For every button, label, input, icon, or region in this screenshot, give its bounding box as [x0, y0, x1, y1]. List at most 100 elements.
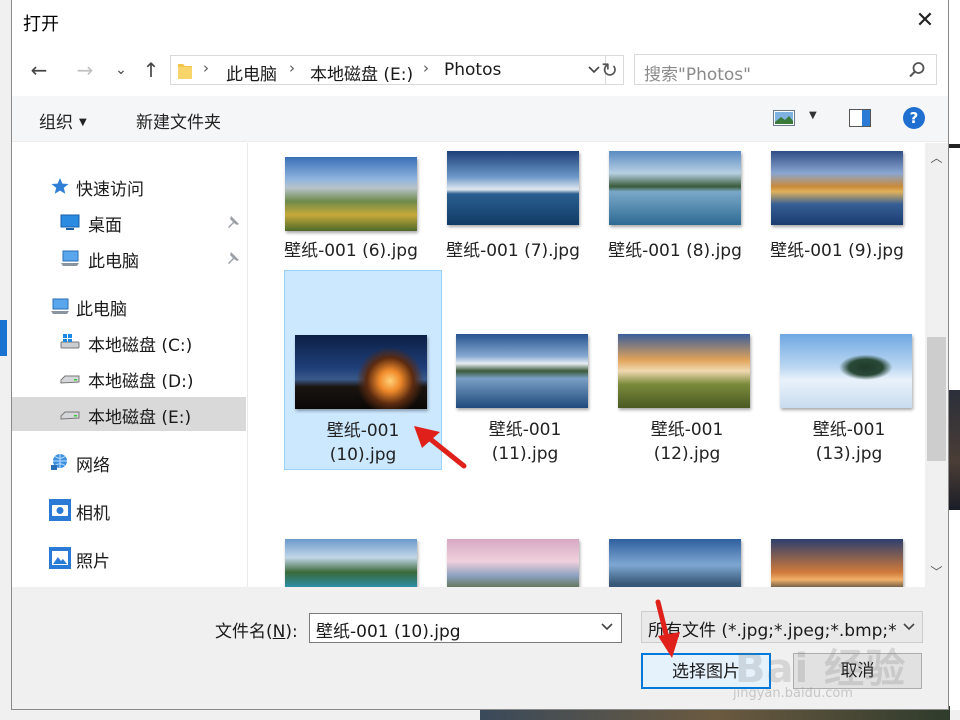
sidebar-item-label: 快速访问: [76, 180, 144, 200]
sidebar-item-photos[interactable]: 照片: [12, 541, 246, 575]
file-item[interactable]: [272, 523, 430, 587]
window-title: 打开: [23, 14, 59, 35]
thumbnail: [609, 151, 741, 225]
sidebar-item-drive-e[interactable]: 本地磁盘 (E:): [12, 397, 246, 431]
file-item[interactable]: 壁纸-001 (6).jpg: [272, 143, 430, 261]
sidebar-item-desktop[interactable]: 桌面: [12, 205, 246, 239]
filename-label-accelerator: N: [272, 622, 286, 642]
filetype-select[interactable]: 所有文件 (*.jpg;*.jpeg;*.bmp;*: [641, 611, 923, 643]
photos-icon: [49, 547, 71, 569]
sidebar-item-drive-d[interactable]: 本地磁盘 (D:): [12, 361, 246, 395]
file-item[interactable]: 壁纸-001 (8).jpg: [596, 143, 754, 261]
preview-pane-icon[interactable]: [849, 109, 871, 127]
address-separator: ›: [423, 59, 429, 77]
filename-label: 文件名(N):: [215, 617, 298, 642]
chevron-down-icon[interactable]: [902, 619, 916, 633]
up-button[interactable]: ↑: [138, 57, 164, 83]
sidebar-item-label: 此电脑: [88, 252, 139, 272]
thumbnail: [447, 151, 579, 225]
sidebar-item-label: 本地磁盘 (E:): [88, 408, 192, 428]
file-name-line2: (11).jpg: [491, 444, 559, 464]
file-name: 壁纸-001 (9).jpg: [770, 241, 904, 261]
address-segment-photos[interactable]: Photos: [444, 60, 501, 80]
file-name: 壁纸-001 (6).jpg: [284, 241, 418, 261]
thumbnail: [771, 151, 903, 225]
new-folder-button[interactable]: 新建文件夹: [136, 108, 221, 133]
background-window-left: [0, 0, 11, 720]
sidebar-item-label: 桌面: [88, 216, 122, 236]
chevron-down-icon[interactable]: [600, 619, 614, 633]
camera-icon: [49, 499, 71, 521]
sidebar-item-camera[interactable]: 相机: [12, 493, 246, 527]
network-icon: [51, 454, 67, 470]
file-item[interactable]: 壁纸-001 (7).jpg: [434, 143, 592, 261]
thumbnail: [295, 335, 427, 409]
sidebar-item-this-pc[interactable]: 此电脑: [12, 289, 246, 323]
view-mode-icon[interactable]: [773, 110, 795, 126]
computer-icon: [61, 250, 79, 266]
file-item[interactable]: 壁纸-001 (11).jpg: [446, 270, 604, 470]
sidebar-item-this-pc-pinned[interactable]: 此电脑: [12, 241, 246, 275]
file-item[interactable]: 壁纸-001 (12).jpg: [608, 270, 766, 470]
organize-menu[interactable]: 组织 ▼: [39, 108, 87, 133]
sidebar-item-drive-c[interactable]: 本地磁盘 (C:): [12, 325, 246, 359]
background-window-right: [948, 0, 960, 720]
vertical-scrollbar[interactable]: ︿ ﹀: [925, 143, 948, 587]
filename-label-end: ):: [285, 622, 298, 642]
file-name-line1: 壁纸-001: [650, 420, 724, 440]
background-window-photo: [948, 390, 960, 510]
file-item[interactable]: [758, 523, 916, 587]
file-item-selected[interactable]: 壁纸-001 (10).jpg: [284, 270, 442, 470]
address-separator: ›: [289, 59, 295, 77]
sidebar-item-quick-access[interactable]: 快速访问: [12, 169, 246, 203]
navigation-pane: 快速访问 桌面 此电脑 此电脑 本地磁盘 (C:) 本地磁盘 (D:) 本地磁盘…: [12, 143, 248, 587]
dialog-footer: 文件名(N): 壁纸-001 (10).jpg 所有文件 (*.jpg;*.jp…: [12, 587, 948, 709]
scroll-up-icon[interactable]: ︿: [925, 147, 948, 169]
help-icon[interactable]: ?: [903, 107, 925, 129]
file-name-line2: (13).jpg: [815, 444, 883, 464]
back-button[interactable]: ←: [26, 57, 52, 83]
search-input[interactable]: 搜索"Photos": [634, 54, 937, 85]
file-name-line1: 壁纸-001: [326, 421, 400, 441]
sidebar-item-label: 相机: [76, 504, 110, 524]
open-file-dialog: 打开 ✕ ← → ⌄ ↑ › 此电脑 › 本地磁盘 (E:) › Photos …: [11, 0, 949, 710]
filename-label-text: 文件名(: [215, 622, 273, 642]
address-bar[interactable]: › 此电脑 › 本地磁盘 (E:) › Photos: [170, 55, 606, 85]
thumbnail: [285, 539, 417, 587]
sidebar-item-network[interactable]: 网络: [12, 445, 246, 479]
address-segment-this-pc[interactable]: 此电脑: [226, 60, 277, 85]
pin-icon[interactable]: [226, 251, 240, 265]
thumbnail: [285, 157, 417, 231]
scroll-down-icon[interactable]: ﹀: [925, 561, 948, 583]
forward-button[interactable]: →: [72, 57, 98, 83]
thumbnail: [771, 539, 903, 587]
pin-icon[interactable]: [226, 215, 240, 229]
drive-icon: [60, 375, 80, 384]
title-bar: 打开 ✕: [12, 0, 948, 44]
recent-locations-button[interactable]: ⌄: [108, 57, 134, 83]
star-icon: [51, 178, 69, 194]
file-item[interactable]: [434, 523, 592, 587]
cancel-button[interactable]: 取消: [793, 653, 922, 689]
thumbnail: [447, 539, 579, 587]
refresh-button[interactable]: ↻: [596, 55, 624, 85]
file-item[interactable]: 壁纸-001 (13).jpg: [770, 270, 925, 470]
view-caret-icon[interactable]: ▼: [809, 110, 817, 121]
background-window-line: [948, 144, 960, 148]
file-name: 壁纸-001 (8).jpg: [608, 241, 742, 261]
file-list: 壁纸-001 (6).jpg 壁纸-001 (7).jpg 壁纸-001 (8)…: [249, 143, 925, 587]
thumbnail: [609, 539, 741, 587]
file-item[interactable]: [596, 523, 754, 587]
sidebar-item-label: 本地磁盘 (C:): [88, 336, 193, 356]
close-button[interactable]: ✕: [912, 8, 938, 34]
address-segment-drive-e[interactable]: 本地磁盘 (E:): [310, 60, 413, 85]
address-separator: ›: [203, 59, 209, 77]
folder-icon: [178, 64, 192, 79]
select-image-button[interactable]: 选择图片: [641, 653, 771, 689]
scrollbar-thumb[interactable]: [927, 337, 946, 461]
search-placeholder: 搜索"Photos": [644, 65, 751, 85]
filename-input[interactable]: 壁纸-001 (10).jpg: [309, 613, 622, 643]
drive-icon: [60, 411, 80, 420]
file-name-line2: (12).jpg: [653, 444, 721, 464]
file-item[interactable]: 壁纸-001 (9).jpg: [758, 143, 916, 261]
